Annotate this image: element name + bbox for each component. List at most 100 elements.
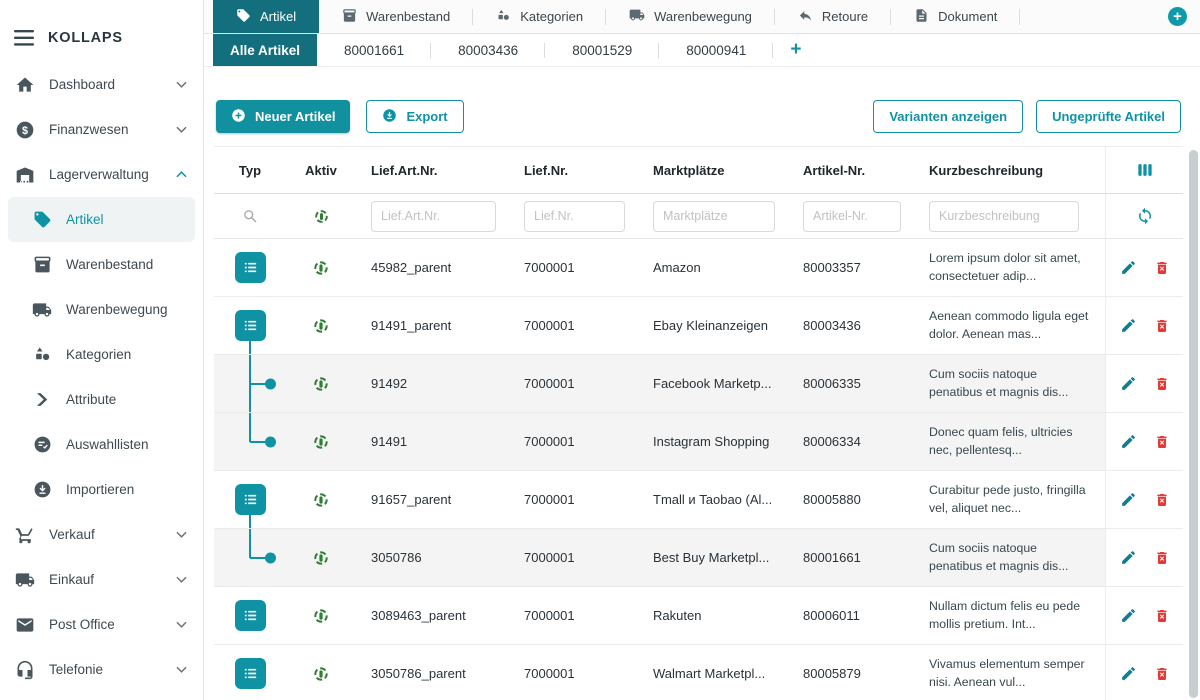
edit-pencil-icon[interactable] (1120, 317, 1137, 334)
sidebar-item-auswahllisten[interactable]: Auswahllisten (8, 422, 195, 467)
shapes-icon (496, 8, 511, 26)
cell-artikel-nr: 80003357 (788, 260, 914, 275)
cell-kurzbeschreibung: Vivamus elementum semper nisi. Aenean vu… (914, 656, 1105, 691)
checklist-circle-icon (30, 435, 54, 454)
chevron-down-icon (176, 531, 187, 538)
inventory-box-icon (342, 8, 357, 26)
table-row[interactable]: 3050786 7000001 Best Buy Marketpl... 800… (214, 529, 1183, 587)
parent-article-icon[interactable] (235, 484, 266, 515)
active-status-icon[interactable] (313, 434, 329, 450)
subtab-80003436[interactable]: 80003436 (431, 34, 545, 66)
delete-trash-icon[interactable] (1154, 666, 1170, 682)
chevron-down-icon (176, 666, 187, 673)
edit-pencil-icon[interactable] (1120, 491, 1137, 508)
filter-marktplaetze-input[interactable] (653, 201, 775, 232)
table-row[interactable]: 45982_parent 7000001 Amazon 80003357 Lor… (214, 239, 1183, 297)
sidebar-item-dashboard[interactable]: Dashboard (8, 62, 195, 107)
add-subtab-button[interactable]: + (773, 34, 818, 66)
parent-article-icon[interactable] (235, 252, 266, 283)
sidebar-item-label: Verkauf (49, 527, 95, 542)
subtab-80000941[interactable]: 80000941 (659, 34, 773, 66)
col-header-lief-art-nr: Lief.Art.Nr. (356, 163, 509, 178)
edit-pencil-icon[interactable] (1120, 433, 1137, 450)
edit-pencil-icon[interactable] (1120, 549, 1137, 566)
table-row[interactable]: 91491_parent 7000001 Ebay Kleinanzeigen … (214, 297, 1183, 355)
sidebar-item-verkauf[interactable]: Verkauf (8, 512, 195, 557)
refresh-icon[interactable] (1136, 207, 1154, 225)
sidebar-item-lagerverwaltung[interactable]: Lagerverwaltung (8, 152, 195, 197)
scrollbar-thumb[interactable] (1189, 150, 1198, 698)
tab-kategorien[interactable]: Kategorien (473, 0, 606, 33)
subtab-alle-artikel[interactable]: Alle Artikel (213, 34, 317, 66)
edit-pencil-icon[interactable] (1120, 607, 1137, 624)
hamburger-menu-icon[interactable] (14, 30, 34, 46)
sidebar-item-finanzwesen[interactable]: $ Finanzwesen (8, 107, 195, 152)
filter-lief-art-nr-input[interactable] (371, 201, 496, 232)
active-status-icon[interactable] (313, 318, 329, 334)
sidebar-item-einkauf[interactable]: Einkauf (8, 557, 195, 602)
sidebar-item-label: Warenbewegung (66, 302, 168, 317)
filter-lief-nr-input[interactable] (524, 201, 625, 232)
active-state-filter-icon[interactable] (314, 209, 329, 224)
sidebar-item-attribute[interactable]: Attribute (8, 377, 195, 422)
sidebar-item-warenbestand[interactable]: Warenbestand (8, 242, 195, 287)
sidebar-item-kategorien[interactable]: Kategorien (8, 332, 195, 377)
sidebar-header: KOLLAPS (0, 0, 203, 62)
tab-dokument[interactable]: Dokument (891, 0, 1020, 33)
table-row[interactable]: 3050786_parent 7000001 Walmart Marketpl.… (214, 645, 1183, 700)
edit-pencil-icon[interactable] (1120, 259, 1137, 276)
show-variants-button[interactable]: Varianten anzeigen (873, 100, 1023, 133)
delete-trash-icon[interactable] (1154, 608, 1170, 624)
tab-warenbestand[interactable]: Warenbestand (319, 0, 473, 33)
add-tab-button[interactable]: + (1168, 7, 1187, 26)
parent-article-icon[interactable] (235, 310, 266, 341)
tab-warenbewegung[interactable]: Warenbewegung (606, 0, 775, 33)
cell-artikel-nr: 80005880 (788, 492, 914, 507)
table-row[interactable]: 3089463_parent 7000001 Rakuten 80006011 … (214, 587, 1183, 645)
tab-retoure[interactable]: Retoure (775, 0, 891, 33)
parent-article-icon[interactable] (235, 658, 266, 689)
tab-label: Artikel (260, 9, 296, 24)
table-row[interactable]: 91491 7000001 Instagram Shopping 8000633… (214, 413, 1183, 471)
filter-artikel-nr-input[interactable] (803, 201, 901, 232)
sidebar-item-warenbewegung[interactable]: Warenbewegung (8, 287, 195, 332)
active-status-icon[interactable] (313, 492, 329, 508)
unchecked-articles-button[interactable]: Ungeprüfte Artikel (1036, 100, 1181, 133)
sidebar-item-label: Post Office (49, 617, 115, 632)
sidebar-item-telefonie[interactable]: Telefonie (8, 647, 195, 692)
search-icon[interactable] (242, 208, 259, 225)
export-download-icon (382, 108, 397, 126)
svg-text:$: $ (22, 124, 28, 136)
delete-trash-icon[interactable] (1154, 550, 1170, 566)
delete-trash-icon[interactable] (1154, 376, 1170, 392)
filter-kurzbeschreibung-input[interactable] (929, 201, 1079, 232)
columns-icon[interactable] (1135, 160, 1155, 180)
active-status-icon[interactable] (313, 608, 329, 624)
active-status-icon[interactable] (313, 376, 329, 392)
sidebar-item-artikel[interactable]: Artikel (8, 197, 195, 242)
export-button[interactable]: Export (366, 100, 463, 133)
active-status-icon[interactable] (313, 666, 329, 682)
sidebar-item-post-office[interactable]: Post Office (8, 602, 195, 647)
table-row[interactable]: 91657_parent 7000001 Tmall и Taobao (Al.… (214, 471, 1183, 529)
delete-trash-icon[interactable] (1154, 260, 1170, 276)
sidebar-item-importieren[interactable]: Importieren (8, 467, 195, 512)
new-article-button[interactable]: Neuer Artikel (216, 100, 350, 133)
truck-icon (13, 570, 37, 590)
edit-pencil-icon[interactable] (1120, 375, 1137, 392)
app-logo: KOLLAPS (48, 30, 123, 46)
tab-artikel[interactable]: Artikel (213, 0, 319, 33)
delete-trash-icon[interactable] (1154, 434, 1170, 450)
edit-pencil-icon[interactable] (1120, 665, 1137, 682)
subtab-80001529[interactable]: 80001529 (545, 34, 659, 66)
subtab-80001661[interactable]: 80001661 (317, 34, 431, 66)
delete-trash-icon[interactable] (1154, 318, 1170, 334)
active-status-icon[interactable] (313, 260, 329, 276)
child-node-dot (265, 436, 276, 447)
delete-trash-icon[interactable] (1154, 492, 1170, 508)
active-status-icon[interactable] (313, 550, 329, 566)
sidebar-item-label: Einkauf (49, 572, 94, 587)
table-row[interactable]: 91492 7000001 Facebook Marketp... 800063… (214, 355, 1183, 413)
plus-circle-icon (231, 108, 246, 126)
parent-article-icon[interactable] (235, 600, 266, 631)
